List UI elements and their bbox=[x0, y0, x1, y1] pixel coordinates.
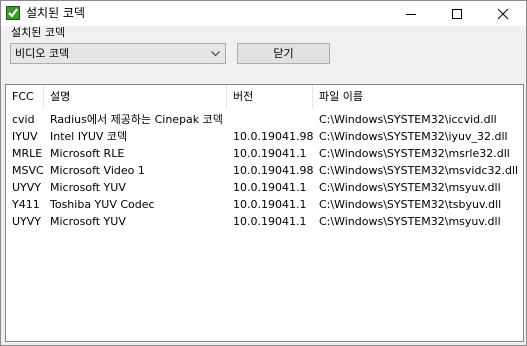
cell-fcc: UYVY bbox=[12, 215, 42, 228]
maximize-icon bbox=[452, 9, 462, 19]
cell-version: 10.0.19041.980 bbox=[233, 130, 313, 143]
window-title: 설치된 코덱 bbox=[26, 6, 86, 20]
column-header-fcc[interactable]: FCC bbox=[6, 85, 44, 109]
table-row[interactable]: MSVC Microsoft Video 1 10.0.19041.980 C:… bbox=[6, 162, 523, 179]
title-bar[interactable]: 설치된 코덱 bbox=[1, 1, 526, 26]
close-dialog-button[interactable]: 닫기 bbox=[237, 43, 330, 64]
cell-description: Microsoft YUV bbox=[50, 181, 126, 194]
column-header-filename[interactable]: 파일 이름 bbox=[313, 85, 523, 109]
table-row[interactable]: UYVY Microsoft YUV 10.0.19041.1 C:\Windo… bbox=[6, 179, 523, 196]
table-row[interactable]: MRLE Microsoft RLE 10.0.19041.1 C:\Windo… bbox=[6, 145, 523, 162]
cell-description: Microsoft YUV bbox=[50, 215, 126, 228]
table-row[interactable]: IYUV Intel IYUV 코덱 10.0.19041.980 C:\Win… bbox=[6, 128, 523, 145]
cell-version: 10.0.19041.1 bbox=[233, 215, 307, 228]
list-header: FCC 설명 버전 파일 이름 bbox=[6, 85, 523, 109]
cell-description: Intel IYUV 코덱 bbox=[50, 130, 128, 143]
cell-version: 10.0.19041.1 bbox=[233, 181, 307, 194]
table-row[interactable]: UYVY Microsoft YUV 10.0.19041.1 C:\Windo… bbox=[6, 213, 523, 230]
codec-list[interactable]: FCC 설명 버전 파일 이름 cvid Radius에서 제공하는 Cinep… bbox=[5, 84, 524, 342]
cell-filename: C:\Windows\SYSTEM32\iyuv_32.dll bbox=[319, 130, 508, 143]
cell-filename: C:\Windows\SYSTEM32\msyuv.dll bbox=[319, 215, 501, 228]
codec-window: 설치된 코덱 설치된 코덱 비디오 코덱 닫기 FCC 설명 버전 파일 이름 … bbox=[0, 0, 527, 346]
chevron-down-icon bbox=[211, 51, 220, 57]
cell-version: 10.0.19041.1 bbox=[233, 198, 307, 211]
cell-filename: C:\Windows\SYSTEM32\msyuv.dll bbox=[319, 181, 501, 194]
cell-version bbox=[227, 111, 313, 128]
cell-fcc: MSVC bbox=[12, 164, 44, 177]
codec-type-select[interactable]: 비디오 코덱 bbox=[10, 43, 226, 64]
cell-fcc: cvid bbox=[12, 113, 35, 126]
list-rows: cvid Radius에서 제공하는 Cinepak 코덱 C:\Windows… bbox=[6, 111, 523, 230]
cell-description: Toshiba YUV Codec bbox=[50, 198, 155, 211]
cell-filename: C:\Windows\SYSTEM32\msrle32.dll bbox=[319, 147, 510, 160]
minimize-icon bbox=[406, 14, 416, 15]
cell-fcc: MRLE bbox=[12, 147, 43, 160]
cell-fcc: Y411 bbox=[12, 198, 40, 211]
cell-filename: C:\Windows\SYSTEM32\msvidc32.dll bbox=[319, 164, 519, 177]
table-row[interactable]: Y411 Toshiba YUV Codec 10.0.19041.1 C:\W… bbox=[6, 196, 523, 213]
cell-description: Microsoft Video 1 bbox=[50, 164, 145, 177]
close-icon bbox=[497, 8, 509, 20]
codec-type-value: 비디오 코덱 bbox=[15, 47, 70, 60]
cell-version: 10.0.19041.1 bbox=[233, 147, 307, 160]
close-window-button[interactable] bbox=[480, 1, 526, 26]
minimize-button[interactable] bbox=[388, 1, 434, 26]
column-header-version[interactable]: 버전 bbox=[227, 85, 313, 109]
table-row[interactable]: cvid Radius에서 제공하는 Cinepak 코덱 C:\Windows… bbox=[6, 111, 523, 128]
cell-description: Microsoft RLE bbox=[50, 147, 125, 160]
green-check-app-icon bbox=[6, 6, 20, 20]
cell-fcc: IYUV bbox=[12, 130, 38, 143]
cell-description: Radius에서 제공하는 Cinepak 코덱 bbox=[50, 113, 223, 126]
cell-filename: C:\Windows\SYSTEM32\iccvid.dll bbox=[319, 113, 497, 126]
codec-group-label: 설치된 코덱 bbox=[11, 26, 66, 39]
cell-fcc: UYVY bbox=[12, 181, 42, 194]
cell-filename: C:\Windows\SYSTEM32\tsbyuv.dll bbox=[319, 198, 502, 211]
column-header-description[interactable]: 설명 bbox=[44, 85, 227, 109]
cell-version: 10.0.19041.980 bbox=[233, 164, 313, 177]
maximize-button[interactable] bbox=[434, 1, 480, 26]
